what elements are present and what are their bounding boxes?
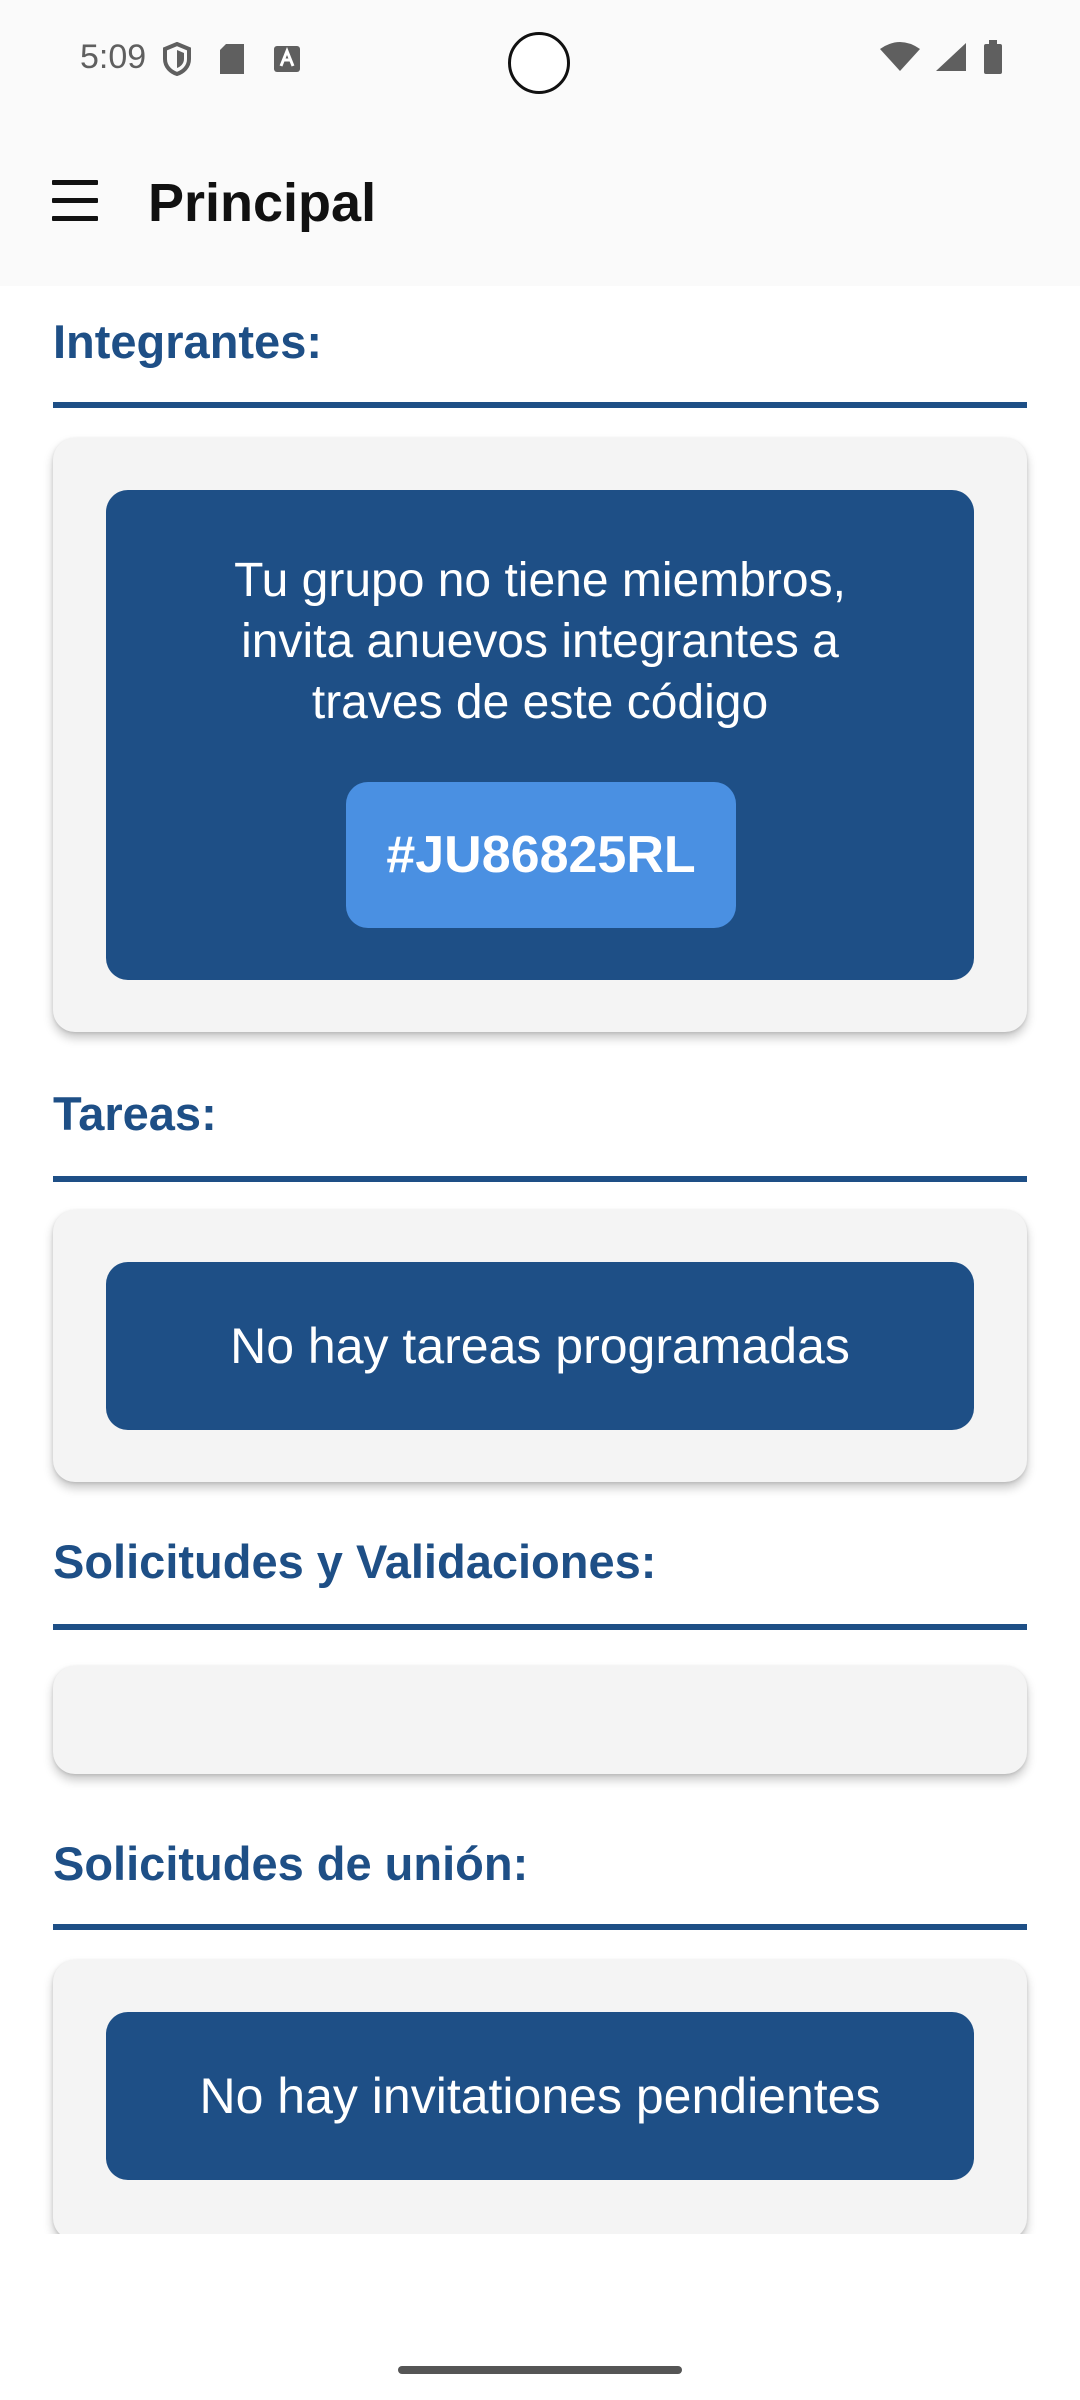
- status-bar: 5:09: [0, 0, 1080, 120]
- section-title-members: Integrantes:: [53, 315, 322, 368]
- gesture-bar[interactable]: [398, 2366, 682, 2374]
- section-divider: [53, 1176, 1027, 1182]
- tasks-empty-message: No hay tareas programadas: [230, 1318, 850, 1374]
- status-icons-left: [162, 41, 302, 81]
- join-card: No hay invitationes pendientes: [53, 1960, 1027, 2240]
- join-empty-message: No hay invitationes pendientes: [199, 2068, 881, 2124]
- section-divider: [53, 1924, 1027, 1930]
- members-empty-message: Tu grupo no tiene miembros, invita anuev…: [234, 554, 846, 729]
- wifi-icon: [880, 41, 920, 78]
- page-title: Principal: [148, 173, 377, 233]
- tasks-card: No hay tareas programadas: [53, 1210, 1027, 1482]
- members-card: Tu grupo no tiene miembros, invita anuev…: [53, 438, 1027, 1032]
- section-title-tasks: Tareas:: [53, 1087, 217, 1140]
- join-panel: No hay invitationes pendientes: [106, 2012, 974, 2180]
- shield-icon: [162, 41, 192, 81]
- status-time: 5:09: [80, 38, 147, 76]
- section-divider: [53, 1624, 1027, 1630]
- sd-card-icon: [218, 42, 246, 81]
- battery-icon: [982, 40, 1004, 79]
- app-bar: Principal: [0, 120, 1080, 286]
- cell-signal-icon: [934, 41, 968, 78]
- bottom-area: [0, 2234, 1080, 2400]
- section-title-requests: Solicitudes y Validaciones:: [53, 1535, 657, 1588]
- section-title-join: Solicitudes de unión:: [53, 1837, 529, 1890]
- hamburger-menu-icon[interactable]: [40, 172, 110, 232]
- keyboard-a-icon: [272, 44, 302, 79]
- members-panel: Tu grupo no tiene miembros, invita anuev…: [106, 490, 974, 980]
- camera-cutout: [508, 32, 570, 94]
- section-divider: [53, 402, 1027, 408]
- requests-card: [53, 1666, 1027, 1774]
- status-icons-right: [880, 40, 1004, 79]
- invite-code-button[interactable]: #JU86825RL: [346, 782, 736, 928]
- tasks-panel: No hay tareas programadas: [106, 1262, 974, 1430]
